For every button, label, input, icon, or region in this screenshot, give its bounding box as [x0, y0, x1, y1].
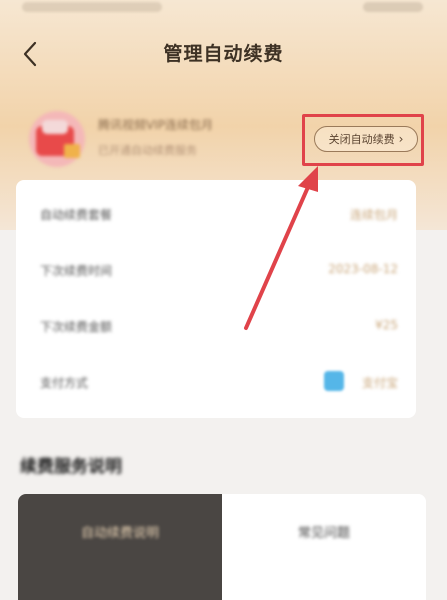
renewal-details-card: 自动续费套餐 连续包月 下次续费时间 2023-08-12 下次续费金额 ¥25… — [16, 180, 416, 418]
status-bar — [0, 0, 447, 22]
tab-label: 常见问题 — [297, 526, 350, 541]
membership-summary: 腾讯视频VIP连续包月 已开通自动续费服务 — [26, 108, 286, 178]
membership-badge-icon — [29, 111, 85, 167]
status-bar-battery — [363, 2, 423, 12]
detail-row-next-amount: 下次续费金额 ¥25 — [16, 298, 416, 354]
detail-label: 自动续费套餐 — [40, 208, 113, 222]
membership-status: 已开通自动续费服务 — [98, 144, 197, 157]
membership-name: 腾讯视频VIP连续包月 — [98, 118, 213, 132]
detail-label: 下次续费金额 — [40, 320, 113, 334]
detail-row-payment-method: 支付方式 支付宝 — [16, 354, 416, 410]
info-tabs: 自动续费说明 常见问题 — [18, 494, 426, 600]
manage-auto-renew-page: 管理自动续费 腾讯视频VIP连续包月 已开通自动续费服务 关闭自动续费 › 自动… — [0, 0, 447, 600]
status-bar-carrier — [22, 2, 162, 12]
detail-row-package: 自动续费套餐 连续包月 — [16, 186, 416, 242]
page-title: 管理自动续费 — [163, 43, 284, 65]
tab-label: 自动续费说明 — [80, 526, 159, 541]
chevron-left-icon — [23, 41, 37, 67]
detail-value: 2023-08-12 — [328, 262, 398, 276]
payment-method-icon — [324, 371, 344, 391]
detail-label: 下次续费时间 — [40, 264, 113, 278]
detail-value: 支付宝 — [361, 376, 398, 390]
tab-faq[interactable]: 常见问题 — [222, 494, 426, 600]
detail-row-next-time: 下次续费时间 2023-08-12 — [16, 242, 416, 298]
detail-value: ¥25 — [375, 318, 398, 332]
back-button[interactable] — [14, 38, 46, 70]
detail-label: 支付方式 — [40, 376, 89, 390]
highlight-annotation-box — [302, 114, 424, 166]
detail-value: 连续包月 — [349, 208, 398, 222]
tab-renew-description[interactable]: 自动续费说明 — [18, 494, 222, 600]
section-title: 续费服务说明 — [20, 457, 122, 477]
navigation-bar: 管理自动续费 — [0, 28, 447, 80]
